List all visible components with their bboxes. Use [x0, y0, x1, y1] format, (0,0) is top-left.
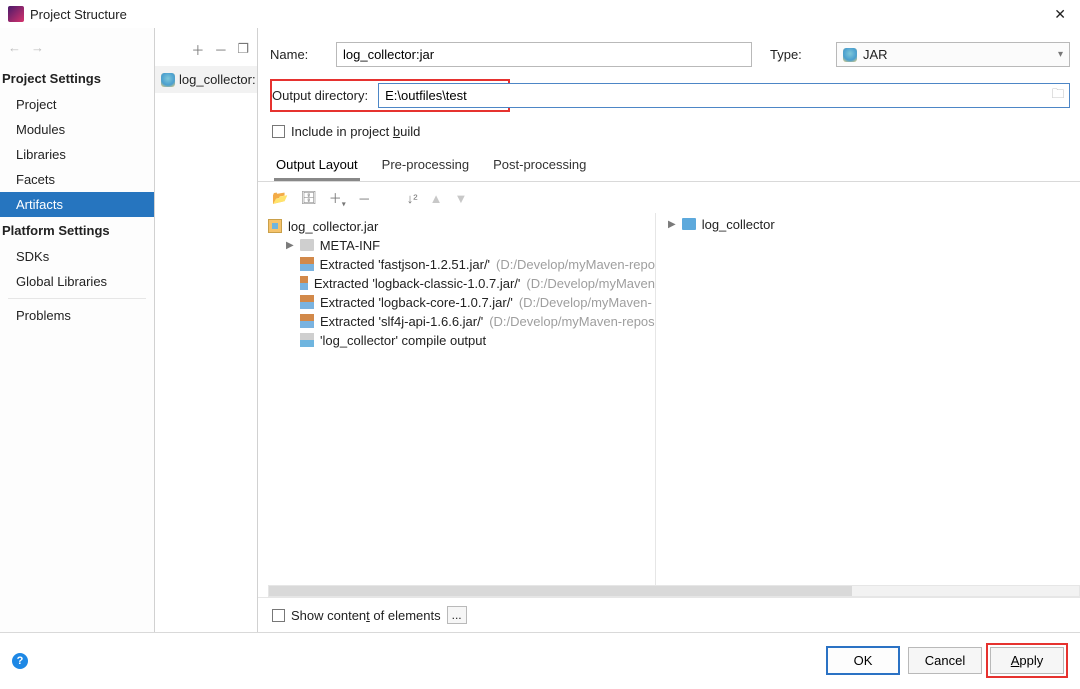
- expand-icon[interactable]: ▶: [668, 219, 676, 230]
- add-element-icon[interactable]: ＋▾: [329, 188, 346, 209]
- sidebar-item-global-libraries[interactable]: Global Libraries: [0, 269, 154, 294]
- ok-button[interactable]: OK: [826, 646, 900, 675]
- jar-icon: [268, 219, 282, 233]
- sidebar: ← → Project Settings Project Modules Lib…: [0, 28, 155, 632]
- tree-row[interactable]: Extracted 'logback-core-1.0.7.jar/' (D:/…: [268, 293, 655, 312]
- artifact-list-panel: ＋ － ❐ log_collector:: [155, 28, 258, 632]
- sidebar-item-project[interactable]: Project: [0, 92, 154, 117]
- titlebar: Project Structure ✕: [0, 0, 1080, 28]
- tab-pre-processing[interactable]: Pre-processing: [380, 151, 471, 181]
- nav-arrows: ← →: [0, 28, 154, 65]
- show-content-checkbox[interactable]: [272, 609, 285, 622]
- apply-button[interactable]: Apply: [990, 647, 1064, 674]
- move-up-icon[interactable]: ▲: [430, 191, 443, 206]
- tab-output-layout[interactable]: Output Layout: [274, 151, 360, 181]
- tree-row[interactable]: Extracted 'slf4j-api-1.6.6.jar/' (D:/Dev…: [268, 312, 655, 331]
- divider: [8, 298, 146, 299]
- artifact-toolbar: ＋ － ❐: [155, 28, 257, 66]
- output-directory-label: Output directory:: [272, 88, 368, 103]
- expand-icon[interactable]: ▶: [286, 240, 294, 251]
- remove-icon[interactable]: －: [214, 40, 227, 59]
- type-label: Type:: [770, 47, 828, 62]
- add-folder-icon[interactable]: 📂: [272, 190, 288, 206]
- show-content-options-button[interactable]: ...: [447, 606, 467, 624]
- available-elements-panel: Available Elements ? ▶ log_collector: [656, 213, 1080, 585]
- browse-folder-icon[interactable]: 🗀: [1047, 85, 1069, 107]
- tree-row[interactable]: Extracted 'logback-classic-1.0.7.jar/' (…: [268, 274, 655, 293]
- tab-post-processing[interactable]: Post-processing: [491, 151, 588, 181]
- nav-forward-icon[interactable]: →: [31, 40, 44, 55]
- sidebar-item-libraries[interactable]: Libraries: [0, 142, 154, 167]
- module-icon: [682, 218, 696, 230]
- sidebar-item-facets[interactable]: Facets: [0, 167, 154, 192]
- type-value: JAR: [863, 47, 888, 62]
- close-icon[interactable]: ✕: [1048, 4, 1072, 25]
- include-build-checkbox[interactable]: [272, 125, 285, 138]
- cancel-button[interactable]: Cancel: [908, 647, 982, 674]
- section-header-project-settings: Project Settings: [0, 65, 154, 92]
- tree-toolbar: 📂 🗄 ＋▾ － ↓² ▲ ▼: [258, 182, 1080, 213]
- move-down-icon[interactable]: ▼: [454, 191, 467, 206]
- folder-icon: [300, 239, 314, 251]
- add-archive-icon[interactable]: 🗄: [300, 190, 317, 206]
- show-content-label: Show content of elements: [291, 608, 441, 623]
- app-icon: [8, 6, 24, 22]
- section-header-platform-settings: Platform Settings: [0, 217, 154, 244]
- sidebar-item-artifacts[interactable]: Artifacts: [0, 192, 154, 217]
- output-directory-input[interactable]: [379, 84, 1047, 107]
- sort-icon[interactable]: ↓²: [407, 191, 418, 206]
- sidebar-item-problems[interactable]: Problems: [0, 303, 154, 328]
- remove-element-icon[interactable]: －: [358, 189, 371, 208]
- artifact-icon: [161, 73, 175, 87]
- tree-compile-output[interactable]: 'log_collector' compile output: [268, 331, 655, 350]
- name-label: Name:: [270, 47, 328, 62]
- tree-row[interactable]: Extracted 'fastjson-1.2.51.jar/' (D:/Dev…: [268, 255, 655, 274]
- extracted-icon: [300, 276, 308, 290]
- detail-tabs: Output Layout Pre-processing Post-proces…: [258, 145, 1080, 182]
- tree-root[interactable]: log_collector.jar: [268, 217, 655, 236]
- dialog-help-icon[interactable]: ?: [12, 653, 28, 669]
- available-module[interactable]: ▶ log_collector: [668, 213, 1070, 234]
- output-layout-tree[interactable]: log_collector.jar ▶ META-INF Extracted '…: [258, 213, 656, 585]
- type-select[interactable]: JAR ▾: [836, 42, 1070, 67]
- sidebar-item-sdks[interactable]: SDKs: [0, 244, 154, 269]
- dialog-footer: ? OK Cancel Apply: [0, 632, 1080, 688]
- name-input[interactable]: [336, 42, 752, 67]
- horizontal-scrollbar[interactable]: [268, 585, 1080, 597]
- copy-icon[interactable]: ❐: [237, 41, 249, 57]
- extracted-icon: [300, 295, 314, 309]
- add-icon[interactable]: ＋: [191, 40, 204, 59]
- artifact-detail-panel: Name: Type: JAR ▾ Output directory: E:\o…: [258, 28, 1080, 632]
- extracted-icon: [300, 257, 314, 271]
- compile-output-icon: [300, 333, 314, 347]
- nav-back-icon[interactable]: ←: [8, 40, 21, 55]
- chevron-down-icon: ▾: [1058, 49, 1063, 60]
- tree-meta-inf[interactable]: ▶ META-INF: [268, 236, 655, 255]
- jar-type-icon: [843, 48, 857, 62]
- artifact-list-item-label: log_collector:: [179, 72, 256, 87]
- output-directory-field[interactable]: 🗀: [378, 83, 1070, 108]
- window-title: Project Structure: [30, 7, 127, 22]
- artifact-list-item[interactable]: log_collector:: [155, 66, 257, 93]
- include-build-label: Include in project build: [291, 124, 420, 139]
- sidebar-item-modules[interactable]: Modules: [0, 117, 154, 142]
- extracted-icon: [300, 314, 314, 328]
